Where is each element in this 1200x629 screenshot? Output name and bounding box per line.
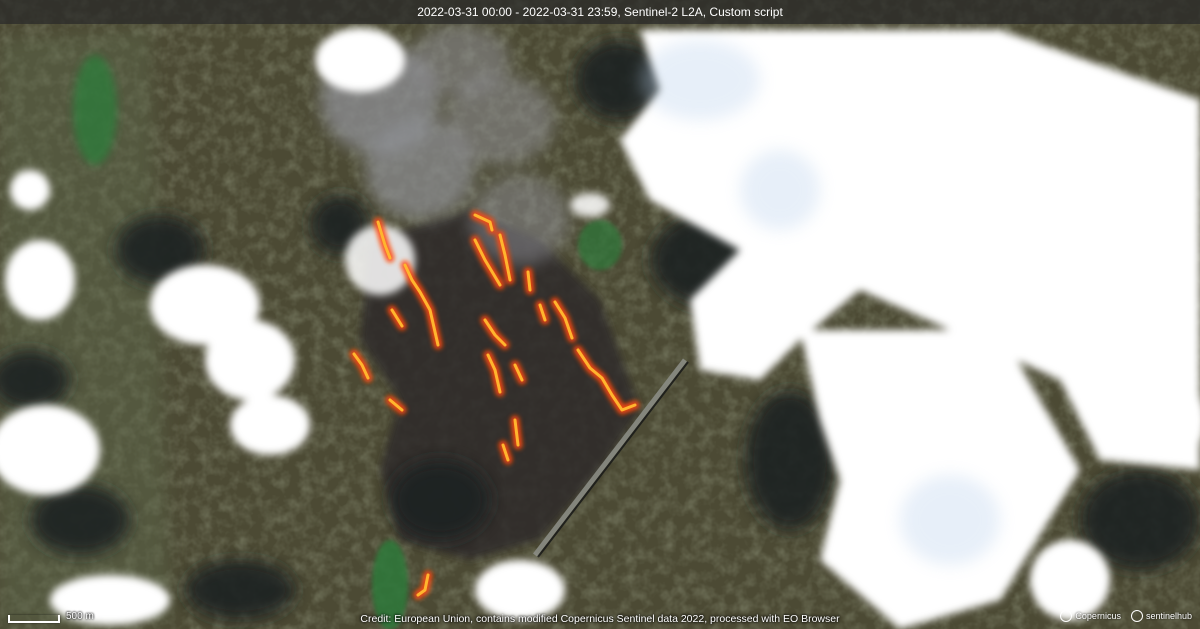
lake-south xyxy=(372,540,408,629)
copernicus-logo-text: Copernicus xyxy=(1075,611,1121,621)
logos: Copernicus sentinelhub xyxy=(1060,607,1192,625)
satellite-image xyxy=(0,0,1200,629)
copernicus-logo-icon xyxy=(1060,610,1073,622)
scale-line xyxy=(8,615,60,623)
sentinel-hub-logo-icon xyxy=(1130,610,1143,622)
copernicus-logo: Copernicus xyxy=(1060,610,1121,622)
scale-label: 500 m xyxy=(66,611,94,622)
sentinel-hub-logo: sentinelhub xyxy=(1130,610,1192,622)
image-title: 2022-03-31 00:00 - 2022-03-31 23:59, Sen… xyxy=(0,0,1200,24)
lake-east xyxy=(578,220,622,270)
scale-bar: 500 m xyxy=(8,609,94,623)
sentinel-hub-logo-text: sentinelhub xyxy=(1145,611,1192,621)
lake-northwest xyxy=(73,55,117,165)
